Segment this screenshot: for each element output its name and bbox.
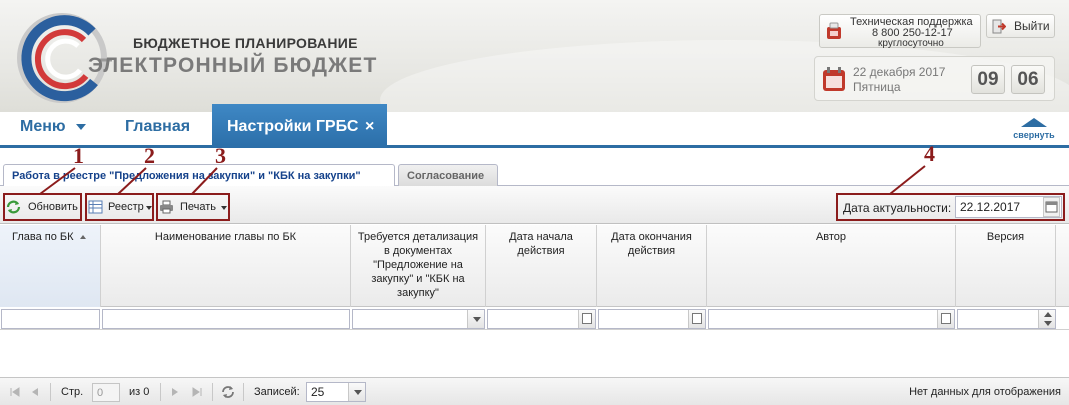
dropdown-trigger[interactable] <box>348 383 365 401</box>
page-size-select[interactable]: 25 <box>306 382 366 402</box>
clock-hours: 09 <box>971 65 1005 94</box>
nav-menu-label: Меню <box>20 118 66 135</box>
annotation-box-2 <box>85 193 154 221</box>
logout-label: Выйти <box>1014 19 1050 33</box>
current-date: 22 декабря 2017 <box>853 65 946 79</box>
chevron-up-icon <box>1021 118 1047 127</box>
grid-pager: Стр. из 0 Записей: 25 Нет данных для ото… <box>0 377 1069 405</box>
brand-subtitle: ЭЛЕКТРОННЫЙ БЮДЖЕТ <box>88 54 378 77</box>
column-header-chapter[interactable]: Глава по БК <box>0 225 101 307</box>
phone-icon <box>827 22 841 39</box>
page-label: Стр. <box>61 386 84 398</box>
spin-up-icon <box>1044 312 1052 317</box>
annotation-number-1: 1 <box>73 143 84 168</box>
annotation-number-4: 4 <box>924 141 935 166</box>
support-button[interactable]: Техническая поддержка 8 800 250-12-17 кр… <box>819 14 981 49</box>
column-header-version[interactable]: Версия <box>956 225 1056 307</box>
calendar-icon <box>823 67 845 91</box>
exit-icon <box>992 19 1006 34</box>
prev-page-icon[interactable] <box>28 385 42 399</box>
clock-minutes: 06 <box>1011 65 1045 94</box>
filter-detail-required[interactable] <box>352 309 485 329</box>
subtabs-bar: Работа в реестре "Предложения на закупки… <box>0 151 1069 187</box>
spin-down-icon <box>1044 321 1052 326</box>
chevron-down-icon <box>354 390 362 395</box>
tab-grbs-settings-label: Настройки ГРБС <box>227 118 359 135</box>
date-trigger[interactable] <box>937 310 954 328</box>
empty-grid-message: Нет данных для отображения <box>909 386 1061 398</box>
grid-body <box>0 331 1069 377</box>
page-size-value: 25 <box>311 385 325 399</box>
annotation-box-4 <box>836 193 1065 221</box>
calendar-icon <box>941 313 951 324</box>
spinner[interactable] <box>1038 310 1055 328</box>
column-header-chapter-name[interactable]: Наименование главы по БК <box>101 225 351 307</box>
support-hours: круглосуточно <box>878 38 944 49</box>
filter-chapter[interactable] <box>1 309 100 329</box>
annotation-box-1 <box>3 193 82 221</box>
chevron-down-icon <box>75 123 86 130</box>
subtab-approval[interactable]: Согласование <box>398 164 498 186</box>
dropdown-trigger[interactable] <box>467 310 484 328</box>
divider <box>160 383 161 401</box>
nav-menu[interactable]: Меню <box>20 118 86 136</box>
page-total: из 0 <box>129 386 150 398</box>
page-size-label: Записей: <box>254 386 300 398</box>
grid-filter-row <box>0 308 1069 330</box>
filter-author[interactable] <box>708 309 955 329</box>
calendar-icon <box>582 313 592 324</box>
filter-start-date[interactable] <box>487 309 596 329</box>
column-header-label: Глава по БК <box>12 231 74 243</box>
filter-chapter-name[interactable] <box>102 309 350 329</box>
brand-title: БЮДЖЕТНОЕ ПЛАНИРОВАНИЕ <box>133 35 358 51</box>
annotation-number-2: 2 <box>144 143 155 168</box>
close-icon[interactable]: × <box>365 118 374 136</box>
sort-asc-icon <box>79 235 86 240</box>
divider <box>243 383 244 401</box>
logout-button[interactable]: Выйти <box>986 14 1055 38</box>
column-header-end-date[interactable]: Дата окончания действия <box>597 225 707 307</box>
column-header-start-date[interactable]: Дата начала действия <box>486 225 597 307</box>
tab-grbs-settings[interactable]: Настройки ГРБС × <box>212 104 387 148</box>
filter-end-date[interactable] <box>598 309 706 329</box>
main-nav: Меню Главная <box>0 112 1069 148</box>
last-page-icon[interactable] <box>190 385 204 399</box>
page-number-input[interactable] <box>92 383 120 402</box>
date-trigger[interactable] <box>688 310 705 328</box>
date-time-panel: 22 декабря 2017 Пятница 09 06 <box>814 56 1055 101</box>
date-trigger[interactable] <box>578 310 595 328</box>
subtab-registry[interactable]: Работа в реестре "Предложения на закупки… <box>3 164 395 187</box>
chevron-down-icon <box>473 317 481 322</box>
filter-version[interactable] <box>957 309 1056 329</box>
collapse-button[interactable]: свернуть <box>1012 118 1056 142</box>
app-header: БЮДЖЕТНОЕ ПЛАНИРОВАНИЕ ЭЛЕКТРОННЫЙ БЮДЖЕ… <box>0 0 1069 112</box>
divider <box>212 383 213 401</box>
collapse-label: свернуть <box>1013 130 1055 140</box>
annotation-number-3: 3 <box>215 143 226 168</box>
column-header-detail-required[interactable]: Требуется детализация в документах "Пред… <box>351 225 486 307</box>
refresh-icon[interactable] <box>221 385 235 399</box>
next-page-icon[interactable] <box>168 385 182 399</box>
column-header-author[interactable]: Автор <box>707 225 956 307</box>
divider <box>50 383 51 401</box>
nav-home[interactable]: Главная <box>125 118 190 136</box>
current-weekday: Пятница <box>853 80 901 94</box>
first-page-icon[interactable] <box>8 385 22 399</box>
grid-header: Глава по БК Наименование главы по БК Тре… <box>0 225 1069 307</box>
annotation-box-3 <box>156 193 230 221</box>
calendar-icon <box>692 313 702 324</box>
